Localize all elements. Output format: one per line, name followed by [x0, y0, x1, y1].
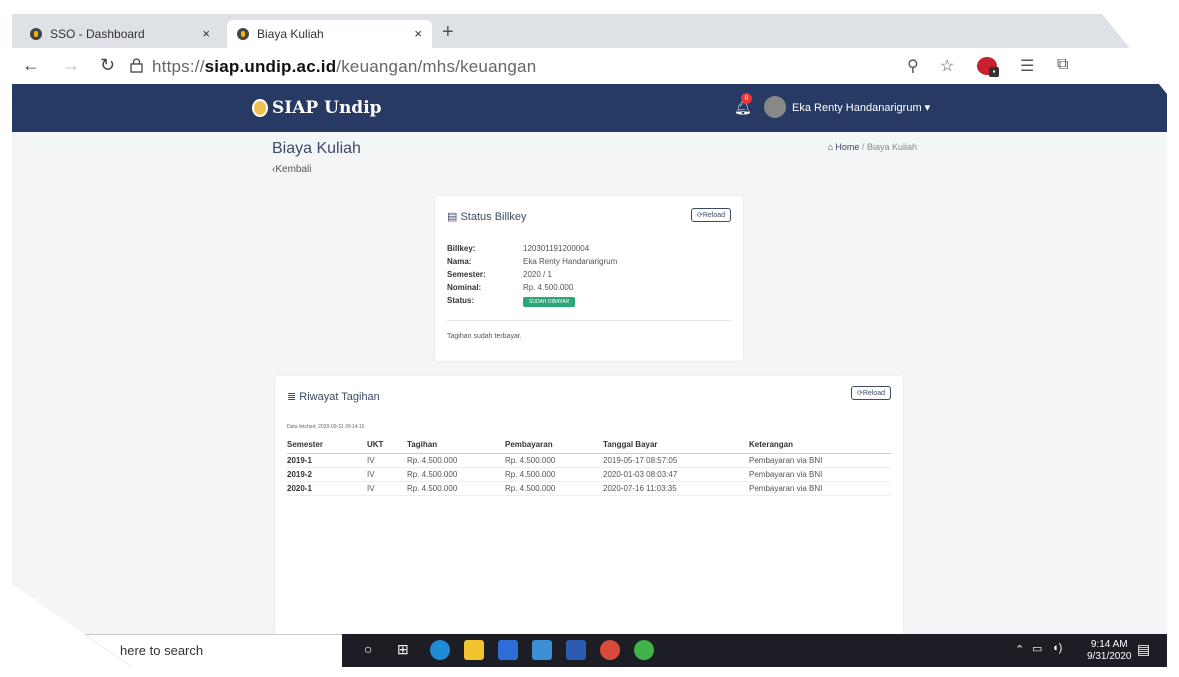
windows-taskbar: here to search ○ ⊞ ⌃ ▭ ◖) 9:14 AM 9/31/2…	[12, 634, 1167, 667]
chrome-icon[interactable]	[600, 640, 620, 660]
notification-center-icon[interactable]: ▤	[1137, 641, 1150, 658]
back-arrow-icon[interactable]: ←	[22, 55, 40, 76]
mail-icon[interactable]	[532, 640, 552, 660]
notification-badge: 8	[741, 93, 752, 104]
tab-title: SSO - Dashboard	[50, 27, 145, 41]
status-badge: SUDAH DIBAYAR	[523, 297, 576, 307]
column-header[interactable]: Semester	[287, 436, 367, 454]
close-tab-icon[interactable]: ×	[202, 26, 210, 41]
column-header[interactable]: Keterangan	[749, 436, 891, 454]
table-row: 2019-1 IV Rp. 4.500.000 Rp. 4.500.000 20…	[287, 453, 891, 468]
favicon-icon	[30, 28, 42, 40]
browser-window: SSO - Dashboard × Biaya Kuliah × + ← → ↻…	[12, 14, 1167, 667]
tab-biaya-kuliah[interactable]: Biaya Kuliah ×	[227, 20, 432, 48]
column-header[interactable]: Pembayaran	[505, 436, 603, 454]
table-row: 2019-2 IV Rp. 4.500.000 Rp. 4.500.000 20…	[287, 467, 891, 482]
breadcrumb: ⌂ Home / Biaya Kuliah	[827, 142, 917, 152]
tray-chevron-icon[interactable]: ⌃	[1015, 643, 1024, 656]
tab-title: Biaya Kuliah	[257, 27, 324, 41]
extension-icon[interactable]: ▪	[977, 57, 999, 77]
close-tab-icon[interactable]: ×	[414, 26, 422, 41]
history-table: Semester UKT Tagihan Pembayaran Tanggal …	[287, 436, 891, 496]
forward-arrow-icon[interactable]: →	[62, 55, 80, 76]
new-tab-button[interactable]: +	[442, 21, 454, 44]
payment-note: Tagihan sudah terbayar.	[447, 333, 522, 340]
page-title: Biaya Kuliah	[272, 140, 361, 157]
cortana-icon[interactable]: ○	[364, 641, 372, 657]
breadcrumb-home[interactable]: ⌂ Home	[827, 142, 859, 152]
column-header[interactable]: UKT	[367, 436, 407, 454]
back-link[interactable]: ‹Kembali	[272, 164, 311, 175]
riwayat-tagihan-card: ≣ Riwayat Tagihan ⟳Reload Data fetched: …	[275, 376, 903, 634]
store-icon[interactable]	[498, 640, 518, 660]
tab-bar: SSO - Dashboard × Biaya Kuliah × +	[12, 14, 1167, 48]
reload-button[interactable]: ⟳Reload	[850, 386, 891, 400]
zoom-icon[interactable]: ⚲	[907, 56, 919, 76]
whatsapp-icon[interactable]	[634, 640, 654, 660]
word-icon[interactable]	[566, 640, 586, 660]
column-header[interactable]: Tanggal Bayar	[603, 436, 749, 454]
star-icon[interactable]: ☆	[940, 56, 954, 76]
column-header[interactable]: Tagihan	[407, 436, 505, 454]
table-row: 2020-1 IV Rp. 4.500.000 Rp. 4.500.000 20…	[287, 481, 891, 496]
file-explorer-icon[interactable]	[464, 640, 484, 660]
tab-sso-dashboard[interactable]: SSO - Dashboard ×	[20, 20, 220, 48]
card-title: ▤ Status Billkey	[447, 211, 527, 223]
address-bar: ← → ↻ https://siap.undip.ac.id/keuangan/…	[12, 48, 1167, 85]
undip-logo-icon	[252, 99, 268, 117]
task-view-icon[interactable]: ⊞	[397, 641, 409, 658]
volume-icon[interactable]: ◖)	[1052, 642, 1062, 654]
breadcrumb-current: Biaya Kuliah	[866, 142, 917, 152]
site-header: SIAP Undip 🔔︎ 8 Eka Renty Handanarigrum …	[12, 84, 1167, 132]
user-menu[interactable]: Eka Renty Handanarigrum ▾	[792, 101, 930, 114]
status-billkey-card: ▤ Status Billkey ⟳Reload Billkey: 1203011…	[435, 196, 743, 361]
divider	[447, 320, 731, 321]
taskbar-clock[interactable]: 9:14 AM 9/31/2020	[1087, 639, 1132, 663]
screenshot-frame: SSO - Dashboard × Biaya Kuliah × + ← → ↻…	[0, 0, 1179, 677]
table-header-row: Semester UKT Tagihan Pembayaran Tanggal …	[287, 436, 891, 454]
lock-icon	[130, 58, 143, 73]
card-title: ≣ Riwayat Tagihan	[287, 391, 380, 403]
edge-icon[interactable]	[430, 640, 450, 660]
favicon-icon	[237, 28, 249, 40]
url-field[interactable]: https://siap.undip.ac.id/keuangan/mhs/ke…	[152, 57, 536, 77]
taskbar-search-input[interactable]: here to search	[12, 634, 342, 667]
refresh-icon[interactable]: ↻	[100, 55, 115, 76]
brand-title[interactable]: SIAP Undip	[272, 98, 382, 118]
avatar[interactable]	[764, 96, 786, 118]
network-icon[interactable]: ▭	[1032, 642, 1042, 655]
collections-icon[interactable]: ⧉	[1057, 56, 1068, 74]
fetched-timestamp: Data fetched: 2020-09-31 09:14:15	[287, 424, 365, 430]
reload-button[interactable]: ⟳Reload	[690, 208, 731, 222]
favorites-icon[interactable]: ☰	[1020, 56, 1034, 76]
